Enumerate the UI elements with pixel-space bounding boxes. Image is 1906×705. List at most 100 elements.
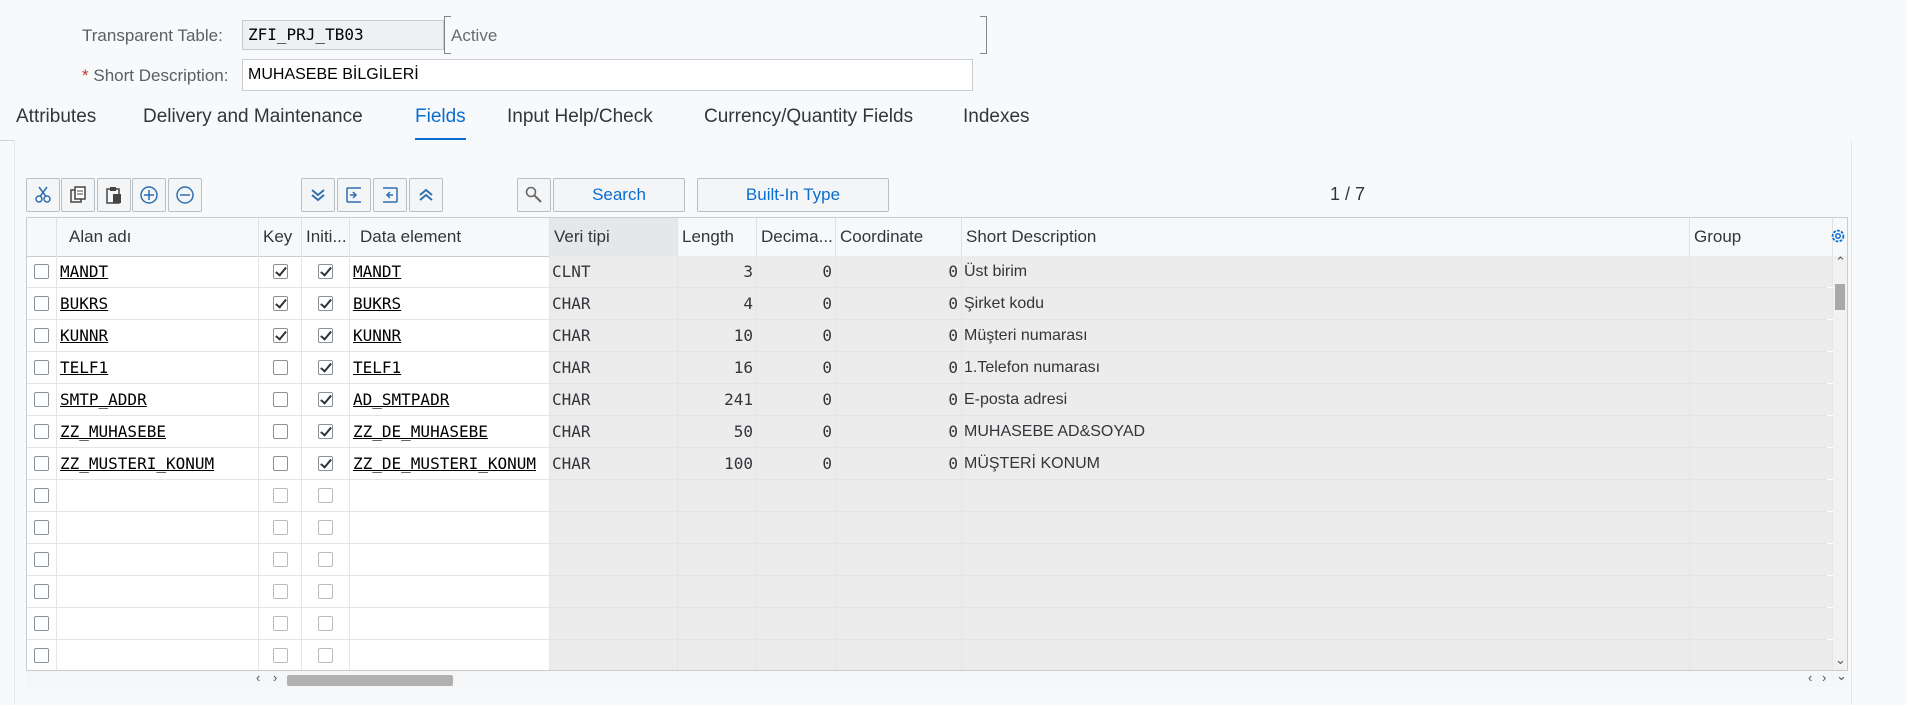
empty-table-row[interactable] <box>27 480 1833 512</box>
initial-checkbox[interactable] <box>318 296 333 312</box>
key-checkbox[interactable] <box>272 264 288 280</box>
initial-checkbox[interactable] <box>318 328 333 344</box>
col-data-element[interactable]: Data element <box>350 218 550 256</box>
initial-checkbox[interactable] <box>318 264 333 280</box>
tab-indexes[interactable]: Indexes <box>963 106 1030 128</box>
key-checkbox[interactable] <box>272 360 288 376</box>
table-row[interactable]: BUKRS BUKRS CHAR 4 0 0 Şirket kodu <box>27 288 1833 320</box>
paste-button[interactable] <box>97 178 131 212</box>
row-select-checkbox[interactable] <box>34 264 49 280</box>
col-coordinate[interactable]: Coordinate <box>836 218 962 256</box>
col-length[interactable]: Length <box>678 218 757 256</box>
row-select-checkbox[interactable] <box>34 392 49 408</box>
data-element-cell[interactable]: TELF1 <box>350 352 550 383</box>
row-select-checkbox[interactable] <box>34 488 49 504</box>
delete-row-button[interactable] <box>168 178 202 212</box>
insert-row-button[interactable] <box>132 178 166 212</box>
horizontal-scroll-thumb[interactable] <box>287 675 453 686</box>
data-element-cell[interactable]: ZZ_DE_MUSTERI_KONUM <box>350 448 550 479</box>
row-select-checkbox[interactable] <box>34 456 49 472</box>
key-checkbox[interactable] <box>272 456 288 472</box>
col-data-type[interactable]: Veri tipi <box>550 218 678 256</box>
key-checkbox[interactable] <box>272 424 288 440</box>
copy-button[interactable] <box>61 178 95 212</box>
key-checkbox[interactable] <box>272 392 288 408</box>
field-name-cell[interactable]: ZZ_MUSTERI_KONUM <box>57 448 259 479</box>
tab-fields[interactable]: Fields <box>415 106 466 141</box>
field-name-cell[interactable]: ZZ_MUHASEBE <box>57 416 259 447</box>
row-select-checkbox[interactable] <box>34 424 49 440</box>
row-select-checkbox[interactable] <box>34 328 49 344</box>
field-name-cell[interactable]: TELF1 <box>57 352 259 383</box>
empty-table-row[interactable] <box>27 640 1833 670</box>
remove-button[interactable] <box>373 178 407 212</box>
initial-checkbox[interactable] <box>318 456 333 472</box>
col-group[interactable]: Group <box>1690 218 1833 256</box>
tab-delivery-maintenance[interactable]: Delivery and Maintenance <box>143 106 363 128</box>
insert-button[interactable] <box>337 178 371 212</box>
initial-checkbox[interactable] <box>318 360 333 376</box>
vertical-scroll-thumb[interactable] <box>1835 284 1845 310</box>
row-select-checkbox[interactable] <box>34 360 49 376</box>
search-button[interactable]: Search <box>553 178 685 212</box>
col-field-name[interactable]: Alan adı <box>57 218 259 256</box>
field-name-cell[interactable]: BUKRS <box>57 288 259 319</box>
scroll-left-right-icon[interactable]: ‹ <box>1808 670 1812 685</box>
tab-attributes[interactable]: Attributes <box>16 106 96 128</box>
data-element-cell[interactable]: ZZ_DE_MUHASEBE <box>350 416 550 447</box>
row-select-checkbox[interactable] <box>34 616 49 632</box>
scroll-up-icon[interactable]: ⌃ <box>1835 254 1846 270</box>
table-row[interactable]: TELF1 TELF1 CHAR 16 0 0 1.Telefon numarası <box>27 352 1833 384</box>
empty-table-row[interactable] <box>27 544 1833 576</box>
table-row[interactable]: ZZ_MUSTERI_KONUM ZZ_DE_MUSTERI_KONUM CHAR 1… <box>27 448 1833 480</box>
row-select-checkbox[interactable] <box>34 648 49 664</box>
initial-checkbox[interactable] <box>318 424 333 440</box>
data-element-cell[interactable]: MANDT <box>350 256 550 287</box>
key-checkbox[interactable] <box>272 296 288 312</box>
empty-table-row[interactable] <box>27 576 1833 608</box>
col-decimals[interactable]: Decima... <box>757 218 836 256</box>
table-row[interactable]: KUNNR KUNNR CHAR 10 0 0 Müşteri numarası <box>27 320 1833 352</box>
field-name-cell[interactable]: KUNNR <box>57 320 259 351</box>
field-name-cell[interactable]: MANDT <box>57 256 259 287</box>
row-select-checkbox[interactable] <box>34 584 49 600</box>
coordinate-cell <box>836 512 962 543</box>
scroll-left-icon[interactable]: ‹ <box>256 670 260 685</box>
col-key[interactable]: Key <box>259 218 302 256</box>
table-name-field[interactable]: ZFI_PRJ_TB03 <box>242 20 444 50</box>
vertical-scrollbar[interactable]: ⌃ ⌄ <box>1833 254 1847 670</box>
tab-currency-quantity[interactable]: Currency/Quantity Fields <box>704 106 913 128</box>
col-short-description[interactable]: Short Description <box>962 218 1690 256</box>
empty-table-row[interactable] <box>27 512 1833 544</box>
table-row[interactable]: ZZ_MUHASEBE ZZ_DE_MUHASEBE CHAR 50 0 0 MUHASEB… <box>27 416 1833 448</box>
data-element-cell[interactable]: AD_SMTPADR <box>350 384 550 415</box>
search-help-button[interactable] <box>517 178 551 212</box>
expand-all-button[interactable] <box>301 178 335 212</box>
field-name-cell <box>57 544 259 575</box>
initial-checkbox[interactable] <box>318 392 333 408</box>
table-row[interactable]: MANDT MANDT CLNT 3 0 0 Üst birim <box>27 256 1833 288</box>
scroll-right-icon[interactable]: › <box>273 670 277 685</box>
built-in-type-button[interactable]: Built-In Type <box>697 178 889 212</box>
short-description-input[interactable]: MUHASEBE BİLGİLERİ <box>242 59 973 91</box>
scroll-down-right-icon[interactable]: ⌄ <box>1836 668 1847 684</box>
row-select-checkbox[interactable] <box>34 552 49 568</box>
cut-button[interactable] <box>26 178 60 212</box>
data-element-cell[interactable]: KUNNR <box>350 320 550 351</box>
empty-table-row[interactable] <box>27 608 1833 640</box>
settings-gear-icon[interactable] <box>1829 227 1847 245</box>
collapse-all-button[interactable] <box>409 178 443 212</box>
row-select-checkbox[interactable] <box>34 296 49 312</box>
horizontal-scrollbar[interactable]: ‹ › ‹ › ⌄ <box>26 668 1848 687</box>
field-name-cell[interactable]: SMTP_ADDR <box>57 384 259 415</box>
col-initial[interactable]: Initi... <box>302 218 350 256</box>
data-element-cell[interactable]: BUKRS <box>350 288 550 319</box>
table-row[interactable]: SMTP_ADDR AD_SMTPADR CHAR 241 0 0 E-posta adre… <box>27 384 1833 416</box>
length-cell <box>678 512 757 543</box>
scroll-right-right-icon[interactable]: › <box>1822 670 1826 685</box>
row-select-checkbox[interactable] <box>34 520 49 536</box>
tab-input-help-check[interactable]: Input Help/Check <box>507 106 653 128</box>
scroll-down-icon[interactable]: ⌄ <box>1835 652 1846 668</box>
key-checkbox[interactable] <box>272 328 288 344</box>
data-type-cell: CHAR <box>550 352 678 383</box>
